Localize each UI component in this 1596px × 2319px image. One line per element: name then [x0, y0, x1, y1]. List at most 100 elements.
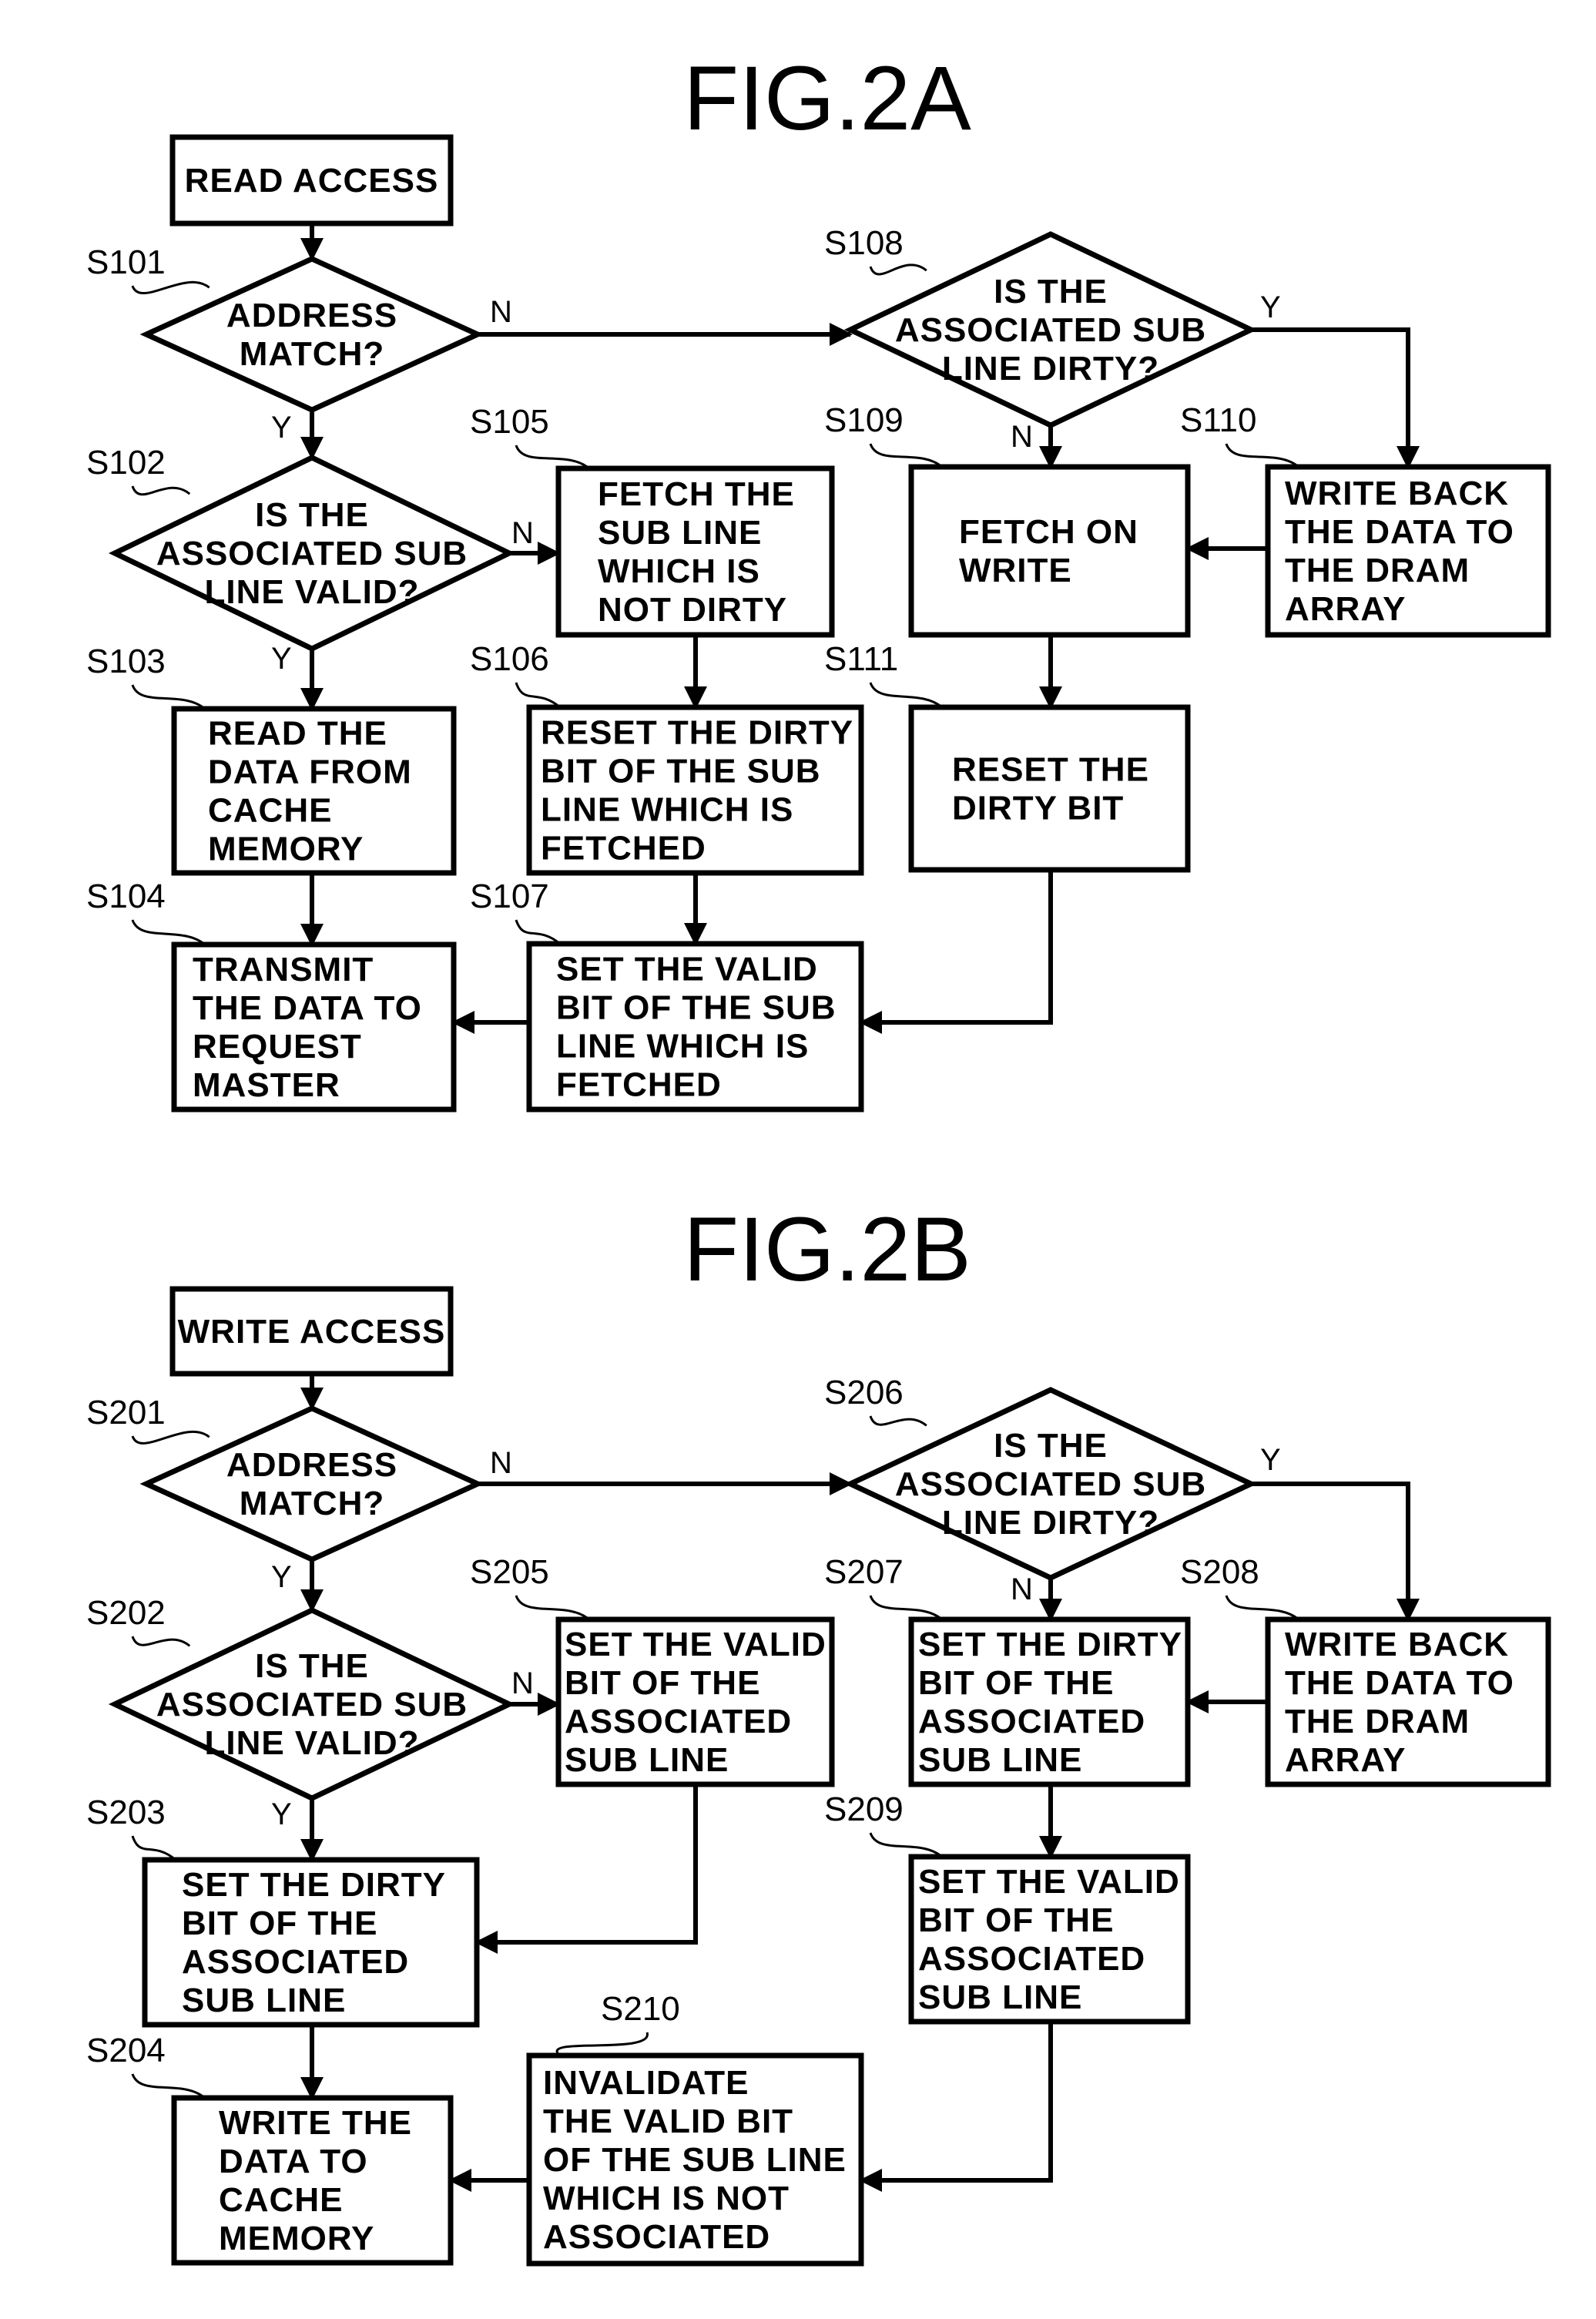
- step-s105-text-line: FETCH THE: [598, 475, 795, 513]
- step-s202-leader-line: [131, 1636, 191, 1647]
- step-s109-text-line: WRITE: [959, 552, 1072, 589]
- step-s208-text-line: WRITE BACK: [1285, 1626, 1509, 1663]
- fig-2a-title: FIG.2A: [683, 48, 971, 149]
- step-s105-text-line: SUB LINE: [598, 514, 762, 552]
- step-s207-text-line: SUB LINE: [918, 1741, 1082, 1779]
- no-branch-label: N: [490, 1446, 512, 1480]
- fig-2a-connector-arrow: [1251, 327, 1420, 469]
- step-s105-id-label: S105: [470, 403, 549, 441]
- step-s208-leader-line: [1225, 1595, 1299, 1621]
- step-s103-id-label: S103: [86, 643, 166, 680]
- step-s109-process-box: [908, 464, 1191, 638]
- step-s110-id-label: S110: [1180, 401, 1257, 439]
- step-s104-id-label: S104: [86, 878, 166, 915]
- step-s106-text-line: RESET THE DIRTY: [541, 714, 853, 752]
- no-branch-label: N: [490, 295, 512, 329]
- step-s101-text-line: ADDRESS: [226, 297, 397, 334]
- step-s209-text-line: ASSOCIATED: [918, 1940, 1145, 1978]
- step-s107-text-line: SET THE VALID: [556, 951, 818, 988]
- step-s207-text-line: BIT OF THE: [918, 1664, 1114, 1702]
- step-s207-id-label: S207: [824, 1553, 904, 1591]
- step-s103-text-line: MEMORY: [208, 831, 364, 868]
- fig-2b-connector-arrow: [859, 2022, 1053, 2192]
- yes-branch-label: Y: [1260, 1443, 1281, 1477]
- yes-branch-label: Y: [271, 1560, 292, 1594]
- step-s204-text-line: CACHE: [219, 2181, 343, 2219]
- step-s104-text-line: REQUEST: [193, 1028, 362, 1066]
- step-s201-leader-line: [131, 1431, 210, 1445]
- step-s210-id-label: S210: [601, 1990, 680, 2028]
- step-s107-leader-line: [515, 919, 561, 945]
- step-s203-text-line: SUB LINE: [182, 1982, 346, 2019]
- step-s110-text-line: THE DRAM: [1285, 552, 1470, 589]
- step-s205-text-line: BIT OF THE: [565, 1664, 760, 1702]
- step-s108-text-line: IS THE: [994, 273, 1108, 310]
- step-s204-id-label: S204: [86, 2032, 166, 2069]
- step-s102-leader-line: [131, 485, 191, 496]
- step-s202-text-line: IS THE: [255, 1647, 369, 1685]
- step-s210-text-line: WHICH IS NOT: [543, 2180, 790, 2217]
- fig-2b-connector-arrow: [474, 1784, 698, 1954]
- step-s207-text-line: ASSOCIATED: [918, 1703, 1145, 1740]
- step-s203-text-line: ASSOCIATED: [182, 1943, 409, 1981]
- step-s108-text-line: ASSOCIATED SUB: [895, 311, 1206, 349]
- step-s104-leader-line: [131, 919, 206, 946]
- step-s210-text-line: ASSOCIATED: [543, 2218, 770, 2256]
- step-s111-process-box: [908, 704, 1191, 873]
- step-s103-text-line: CACHE: [208, 792, 332, 830]
- step-s206-leader-line: [869, 1415, 927, 1427]
- step-s208-text-line: THE DRAM: [1285, 1703, 1470, 1740]
- step-s203-leader-line: [131, 1835, 176, 1861]
- step-s111-text-line: RESET THE: [952, 751, 1149, 789]
- step-s203-id-label: S203: [86, 1794, 166, 1831]
- step-s203-text-line: SET THE DIRTY: [182, 1866, 446, 1904]
- step-s106-id-label: S106: [470, 640, 549, 678]
- step-s110-leader-line: [1225, 443, 1299, 468]
- flowchart-canvas: FIG.2AREAD ACCESSADDRESSMATCH?S101IS THE…: [86, 48, 1551, 2267]
- step-s204-leader-line: [131, 2073, 206, 2099]
- no-branch-label: N: [1011, 1572, 1033, 1606]
- fig-2a-start-label: READ ACCESS: [185, 162, 439, 200]
- step-s101-id-label: S101: [86, 243, 166, 281]
- step-s209-leader-line: [869, 1832, 943, 1858]
- step-s210-text-line: THE VALID BIT: [543, 2103, 793, 2140]
- step-s105-leader-line: [515, 445, 590, 470]
- step-s205-text-line: ASSOCIATED: [565, 1703, 792, 1740]
- step-s206-text-line: ASSOCIATED SUB: [895, 1465, 1206, 1503]
- no-branch-label: N: [511, 516, 534, 550]
- step-s201-id-label: S201: [86, 1394, 166, 1431]
- no-branch-label: N: [511, 1666, 534, 1700]
- step-s201-text-line: MATCH?: [240, 1485, 384, 1522]
- fig-2b-start-label: WRITE ACCESS: [178, 1313, 446, 1351]
- step-s102-id-label: S102: [86, 444, 166, 482]
- step-s111-id-label: S111: [824, 640, 898, 678]
- step-s110-text-line: WRITE BACK: [1285, 475, 1509, 512]
- step-s106-text-line: FETCHED: [541, 830, 706, 868]
- fig-2b-connector-arrow: [1251, 1482, 1420, 1622]
- step-s110-text-line: ARRAY: [1285, 590, 1406, 628]
- yes-branch-label: Y: [271, 642, 292, 676]
- step-s109-leader-line: [869, 443, 943, 468]
- step-s205-leader-line: [515, 1595, 590, 1621]
- step-s208-text-line: ARRAY: [1285, 1741, 1406, 1779]
- step-s205-text-line: SUB LINE: [565, 1741, 729, 1779]
- step-s209-text-line: BIT OF THE: [918, 1901, 1114, 1939]
- step-s106-leader-line: [515, 682, 561, 709]
- yes-branch-label: Y: [271, 1797, 292, 1831]
- step-s111-leader-line: [869, 682, 943, 709]
- step-s102-text-line: ASSOCIATED SUB: [156, 535, 468, 572]
- step-s204-text-line: MEMORY: [219, 2220, 374, 2257]
- step-s101-text-line: MATCH?: [240, 335, 384, 373]
- step-s111-text-line: DIRTY BIT: [952, 790, 1124, 827]
- step-s206-id-label: S206: [824, 1374, 904, 1411]
- step-s210-text-line: OF THE SUB LINE: [543, 2141, 847, 2179]
- step-s209-text-line: SUB LINE: [918, 1978, 1082, 2016]
- fig-2b-title: FIG.2B: [683, 1199, 971, 1300]
- step-s205-text-line: SET THE VALID: [565, 1626, 826, 1663]
- step-s104-text-line: THE DATA TO: [193, 989, 422, 1027]
- step-s209-id-label: S209: [824, 1790, 904, 1828]
- step-s202-text-line: LINE VALID?: [204, 1724, 419, 1762]
- step-s104-text-line: MASTER: [193, 1066, 340, 1104]
- step-s103-text-line: READ THE: [208, 715, 387, 753]
- no-branch-label: N: [1011, 420, 1033, 454]
